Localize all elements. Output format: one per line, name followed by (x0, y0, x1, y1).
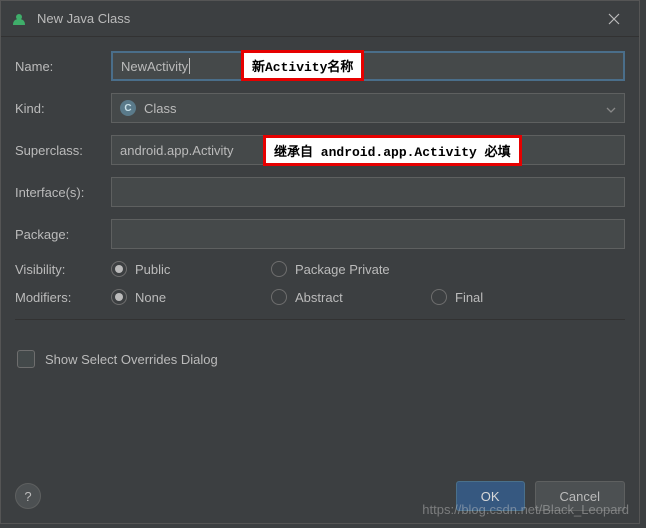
cancel-button[interactable]: Cancel (535, 481, 625, 511)
radio-package-private[interactable]: Package Private (271, 261, 431, 277)
class-icon: C (120, 100, 136, 116)
modifiers-radios: None Abstract Final (111, 289, 625, 305)
checkbox-label-show-overrides: Show Select Overrides Dialog (45, 352, 218, 367)
radio-label-package-private: Package Private (295, 262, 390, 277)
ok-button[interactable]: OK (456, 481, 525, 511)
divider (15, 319, 625, 320)
kind-value: Class (144, 101, 177, 116)
radio-circle-icon (111, 289, 127, 305)
radio-label-abstract: Abstract (295, 290, 343, 305)
row-package: Package: (15, 219, 625, 249)
row-modifiers: Modifiers: None Abstract Final (15, 289, 625, 305)
label-kind: Kind: (15, 101, 111, 116)
text-cursor (189, 58, 190, 74)
help-button[interactable]: ? (15, 483, 41, 509)
chevron-down-icon (606, 101, 616, 116)
radio-circle-icon (431, 289, 447, 305)
label-visibility: Visibility: (15, 262, 111, 277)
row-show-overrides[interactable]: Show Select Overrides Dialog (17, 350, 625, 368)
dialog-title: New Java Class (37, 11, 130, 26)
radio-none[interactable]: None (111, 289, 271, 305)
close-button[interactable] (599, 4, 629, 34)
footer: ? OK Cancel (15, 481, 625, 511)
radio-final[interactable]: Final (431, 289, 551, 305)
name-input-value: NewActivity (121, 59, 188, 74)
visibility-radios: Public Package Private (111, 261, 625, 277)
radio-label-public: Public (135, 262, 170, 277)
radio-circle-icon (111, 261, 127, 277)
row-superclass: Superclass: 继承自 android.app.Activity 必填 (15, 135, 625, 165)
dialog-content: Name: NewActivity 新Activity名称 Kind: C Cl… (1, 37, 639, 368)
app-icon (11, 11, 27, 27)
kind-select[interactable]: C Class (111, 93, 625, 123)
radio-label-none: None (135, 290, 166, 305)
row-name: Name: NewActivity 新Activity名称 (15, 51, 625, 81)
name-input[interactable]: NewActivity (111, 51, 625, 81)
label-superclass: Superclass: (15, 143, 111, 158)
radio-label-final: Final (455, 290, 483, 305)
label-name: Name: (15, 59, 111, 74)
radio-circle-icon (271, 289, 287, 305)
radio-abstract[interactable]: Abstract (271, 289, 431, 305)
row-visibility: Visibility: Public Package Private (15, 261, 625, 277)
checkbox-show-overrides[interactable] (17, 350, 35, 368)
package-input[interactable] (111, 219, 625, 249)
new-java-class-dialog: New Java Class Name: NewActivity 新Activi… (0, 0, 640, 524)
label-package: Package: (15, 227, 111, 242)
row-interfaces: Interface(s): (15, 177, 625, 207)
annotation-superclass: 继承自 android.app.Activity 必填 (263, 135, 522, 166)
radio-public[interactable]: Public (111, 261, 271, 277)
row-kind: Kind: C Class (15, 93, 625, 123)
titlebar: New Java Class (1, 1, 639, 37)
radio-circle-icon (271, 261, 287, 277)
label-modifiers: Modifiers: (15, 290, 111, 305)
annotation-name: 新Activity名称 (241, 50, 364, 81)
interfaces-input[interactable] (111, 177, 625, 207)
label-interfaces: Interface(s): (15, 185, 111, 200)
